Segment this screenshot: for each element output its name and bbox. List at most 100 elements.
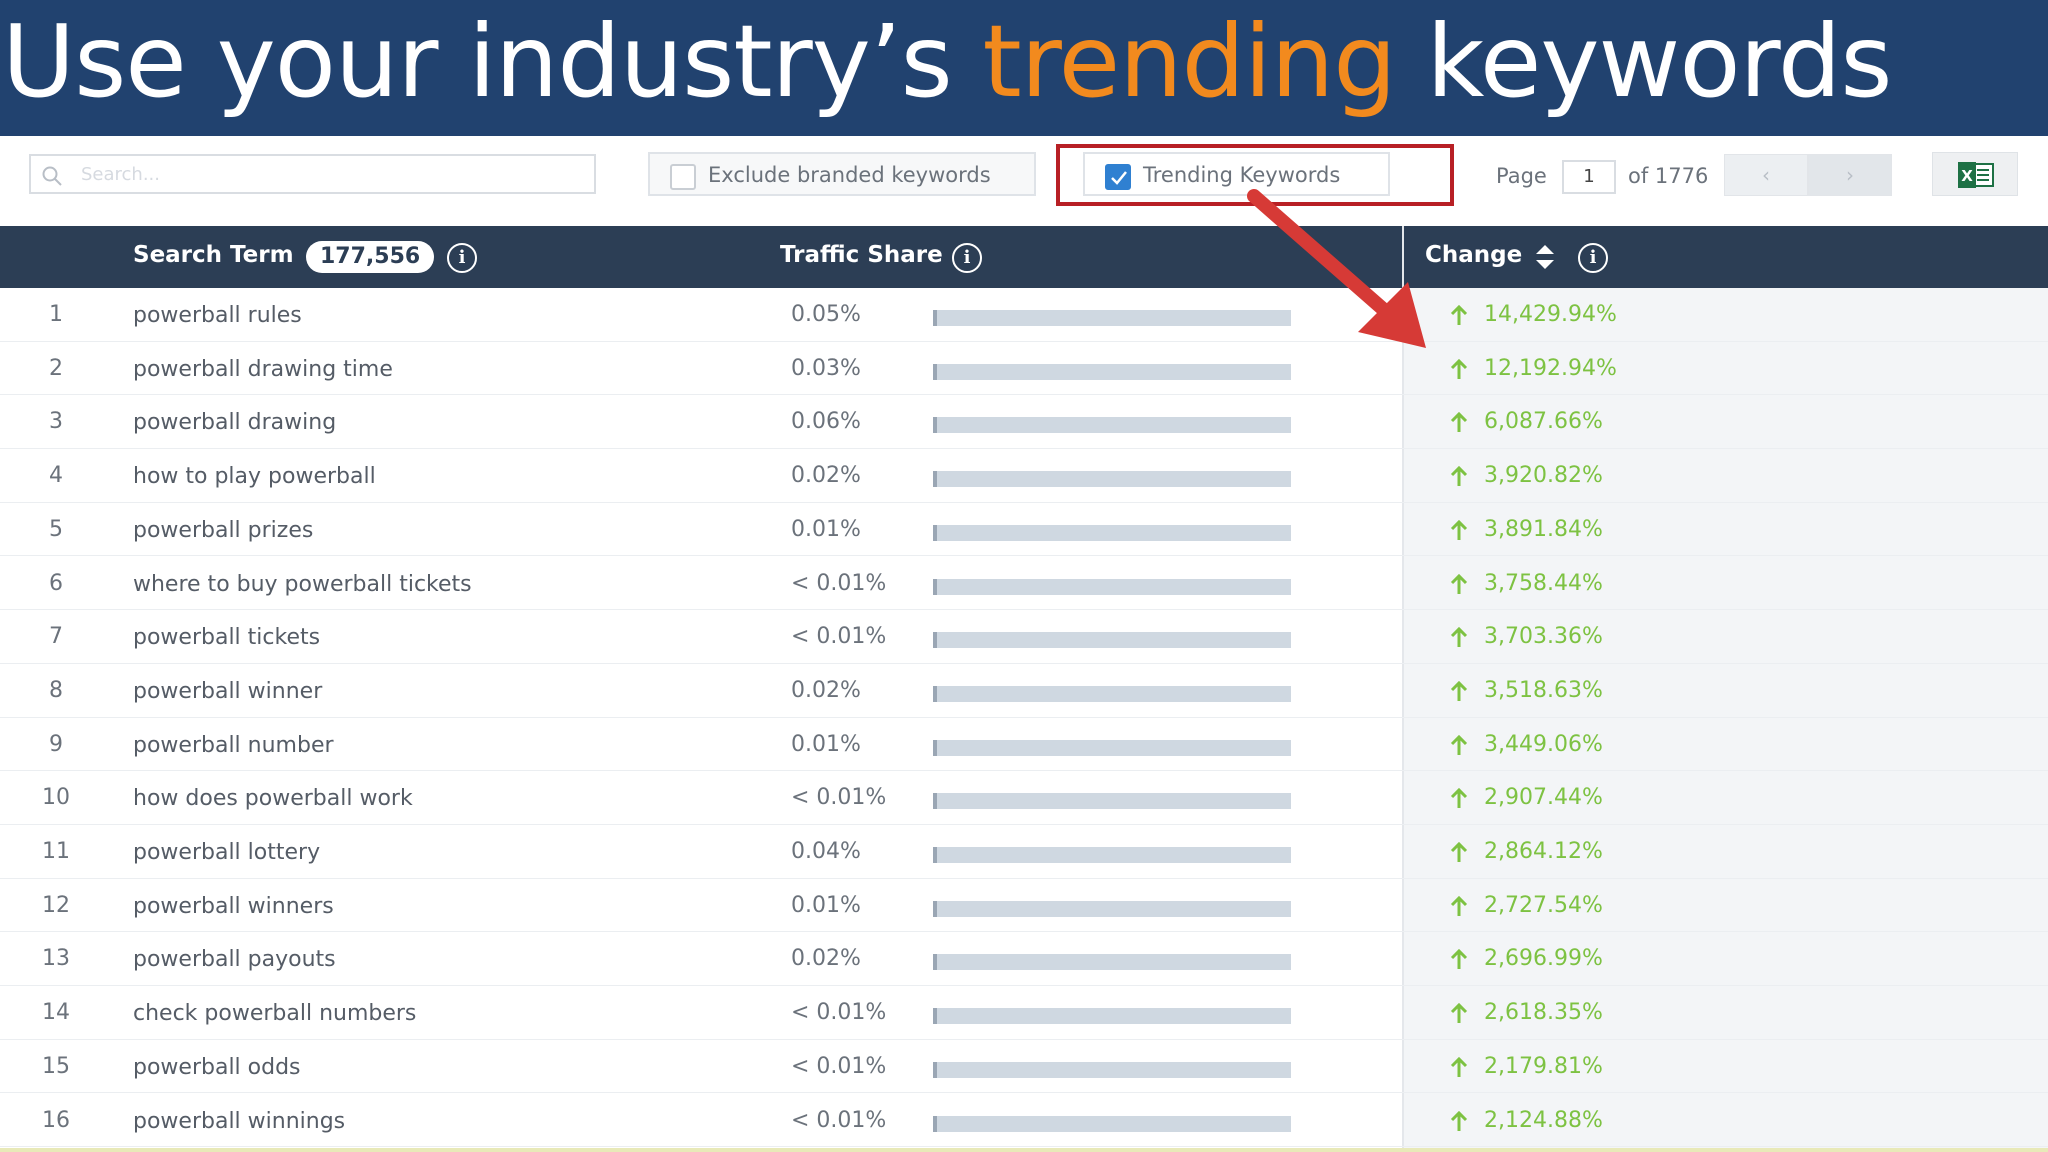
traffic-share-bar-fill xyxy=(935,417,937,434)
traffic-share-bar-fill xyxy=(935,954,937,971)
traffic-share-value: < 0.01% xyxy=(791,624,887,650)
traffic-share-bar xyxy=(933,685,1291,702)
row-number: 14 xyxy=(42,1000,70,1026)
traffic-share-bar xyxy=(933,954,1291,971)
traffic-share-bar xyxy=(933,363,1291,380)
traffic-share-value: 0.05% xyxy=(791,302,861,327)
next-page-button[interactable]: › xyxy=(1808,154,1892,196)
traffic-share-value: 0.01% xyxy=(791,731,861,757)
traffic-share-value: 0.01% xyxy=(791,516,861,542)
search-term-link[interactable]: how does powerball work xyxy=(133,786,413,811)
search-term-link[interactable]: powerball winners xyxy=(133,894,334,919)
search-term-link[interactable]: powerball rules xyxy=(133,303,302,328)
table-row[interactable]: 3 powerball drawing 0.06% 6,087.66% xyxy=(0,395,2048,450)
exclude-branded-checkbox[interactable] xyxy=(670,164,696,190)
search-term-link[interactable]: powerball tickets xyxy=(133,625,320,650)
table-row[interactable]: 12 powerball winners 0.01% 2,727.54% xyxy=(0,879,2048,933)
traffic-share-bar-fill xyxy=(935,1115,937,1132)
change-value: 12,192.94% xyxy=(1484,355,1617,381)
slide-title: Use your industry’s trending keywords xyxy=(2,2,1892,122)
traffic-share-bar xyxy=(933,417,1291,434)
table-row[interactable]: 7 powerball tickets < 0.01% 3,703.36% xyxy=(0,610,2048,664)
table-row[interactable]: 1 powerball rules 0.05% 14,429.94% xyxy=(0,288,2048,342)
change-value: 3,920.82% xyxy=(1484,463,1603,489)
excel-icon: X xyxy=(1958,162,1994,188)
page-total: of 1776 xyxy=(1628,164,1709,188)
search-term-link[interactable]: how to play powerball xyxy=(133,464,376,489)
search-term-link[interactable]: powerball odds xyxy=(133,1055,301,1080)
search-term-link[interactable]: powerball winner xyxy=(133,679,322,704)
row-number: 7 xyxy=(49,624,63,650)
search-term-link[interactable]: powerball winnings xyxy=(133,1109,345,1134)
traffic-share-value: 0.02% xyxy=(791,946,861,972)
change-value: 3,449.06% xyxy=(1484,731,1603,757)
traffic-share-value: 0.01% xyxy=(791,892,861,918)
traffic-share-bar xyxy=(933,632,1291,649)
previous-page-button[interactable]: ‹ xyxy=(1724,154,1808,196)
arrow-up-icon xyxy=(1450,895,1468,916)
sort-icon[interactable] xyxy=(1534,242,1556,272)
search-box[interactable] xyxy=(29,154,596,194)
traffic-share-bar-fill xyxy=(935,739,937,756)
traffic-share-bar-fill xyxy=(935,524,937,541)
table-row[interactable]: 16 powerball winnings < 0.01% 2,124.88% xyxy=(0,1094,2048,1148)
title-text-end: keywords xyxy=(1395,3,1892,120)
column-header-traffic-share[interactable]: Traffic Share xyxy=(780,242,943,268)
page-number-input[interactable]: 1 xyxy=(1562,160,1616,194)
info-icon[interactable]: i xyxy=(447,243,477,273)
search-term-link[interactable]: powerball drawing time xyxy=(133,357,393,382)
search-term-link[interactable]: powerball payouts xyxy=(133,947,336,972)
table-row[interactable]: 2 powerball drawing time 0.03% 12,192.94% xyxy=(0,342,2048,396)
arrow-up-icon xyxy=(1450,358,1468,379)
table-row[interactable]: 8 powerball winner 0.02% 3,518.63% xyxy=(0,664,2048,718)
table-row[interactable]: 6 where to buy powerball tickets < 0.01% 3,… xyxy=(0,557,2048,611)
change-value: 3,891.84% xyxy=(1484,516,1603,542)
row-number: 1 xyxy=(49,302,63,327)
column-header-search-term[interactable]: Search Term xyxy=(133,242,294,268)
traffic-share-value: 0.03% xyxy=(791,355,861,381)
search-term-link[interactable]: powerball drawing xyxy=(133,410,336,435)
traffic-share-bar-fill xyxy=(935,578,937,595)
change-value: 3,518.63% xyxy=(1484,677,1603,703)
search-icon xyxy=(42,166,62,186)
arrow-up-icon xyxy=(1450,465,1468,487)
table-row[interactable]: 10 how does powerball work < 0.01% 2,907.44… xyxy=(0,771,2048,825)
table-row[interactable]: 13 powerball payouts 0.02% 2,696.99% xyxy=(0,932,2048,987)
info-icon[interactable]: i xyxy=(952,243,982,273)
traffic-share-value: < 0.01% xyxy=(791,785,887,811)
table-row[interactable]: 15 powerball odds < 0.01% 2,179.81% xyxy=(0,1040,2048,1094)
change-value: 2,124.88% xyxy=(1484,1107,1603,1133)
traffic-share-bar xyxy=(933,1008,1291,1025)
table-row[interactable]: 5 powerball prizes 0.01% 3,891.84% xyxy=(0,503,2048,557)
row-number: 16 xyxy=(42,1107,70,1133)
traffic-share-bar-fill xyxy=(935,900,937,917)
search-term-link[interactable]: powerball prizes xyxy=(133,518,313,543)
title-text-start: Use your industry’s xyxy=(2,3,983,120)
search-term-link[interactable]: powerball number xyxy=(133,733,334,758)
arrow-up-icon xyxy=(1450,841,1468,862)
search-term-link[interactable]: powerball lottery xyxy=(133,840,320,865)
info-icon[interactable]: i xyxy=(1578,243,1608,273)
row-number: 4 xyxy=(49,463,63,489)
search-input[interactable] xyxy=(81,160,581,188)
table-row[interactable]: 9 powerball number 0.01% 3,449.06% xyxy=(0,718,2048,772)
page-label: Page xyxy=(1496,164,1547,188)
arrow-up-icon xyxy=(1450,573,1468,594)
search-term-link[interactable]: where to buy powerball tickets xyxy=(133,572,472,597)
arrow-up-icon xyxy=(1450,1110,1468,1131)
table-row[interactable]: 11 powerball lottery 0.04% 2,864.12% xyxy=(0,825,2048,879)
bottom-divider xyxy=(0,1148,2048,1152)
search-term-link[interactable]: check powerball numbers xyxy=(133,1001,416,1026)
traffic-share-bar xyxy=(933,1115,1291,1132)
export-excel-button[interactable]: X xyxy=(1932,152,2018,196)
change-value: 2,907.44% xyxy=(1484,785,1603,811)
traffic-share-value: < 0.01% xyxy=(791,1000,887,1026)
svg-text:X: X xyxy=(1961,167,1973,185)
table-row[interactable]: 14 check powerball numbers < 0.01% 2,618.35… xyxy=(0,986,2048,1040)
traffic-share-bar xyxy=(933,471,1291,488)
table-row[interactable]: 4 how to play powerball 0.02% 3,920.82% xyxy=(0,449,2048,503)
exclude-branded-toggle[interactable]: Exclude branded keywords xyxy=(648,152,1036,196)
row-number: 12 xyxy=(42,892,70,918)
row-number: 6 xyxy=(49,570,63,596)
arrow-up-icon xyxy=(1450,788,1468,809)
